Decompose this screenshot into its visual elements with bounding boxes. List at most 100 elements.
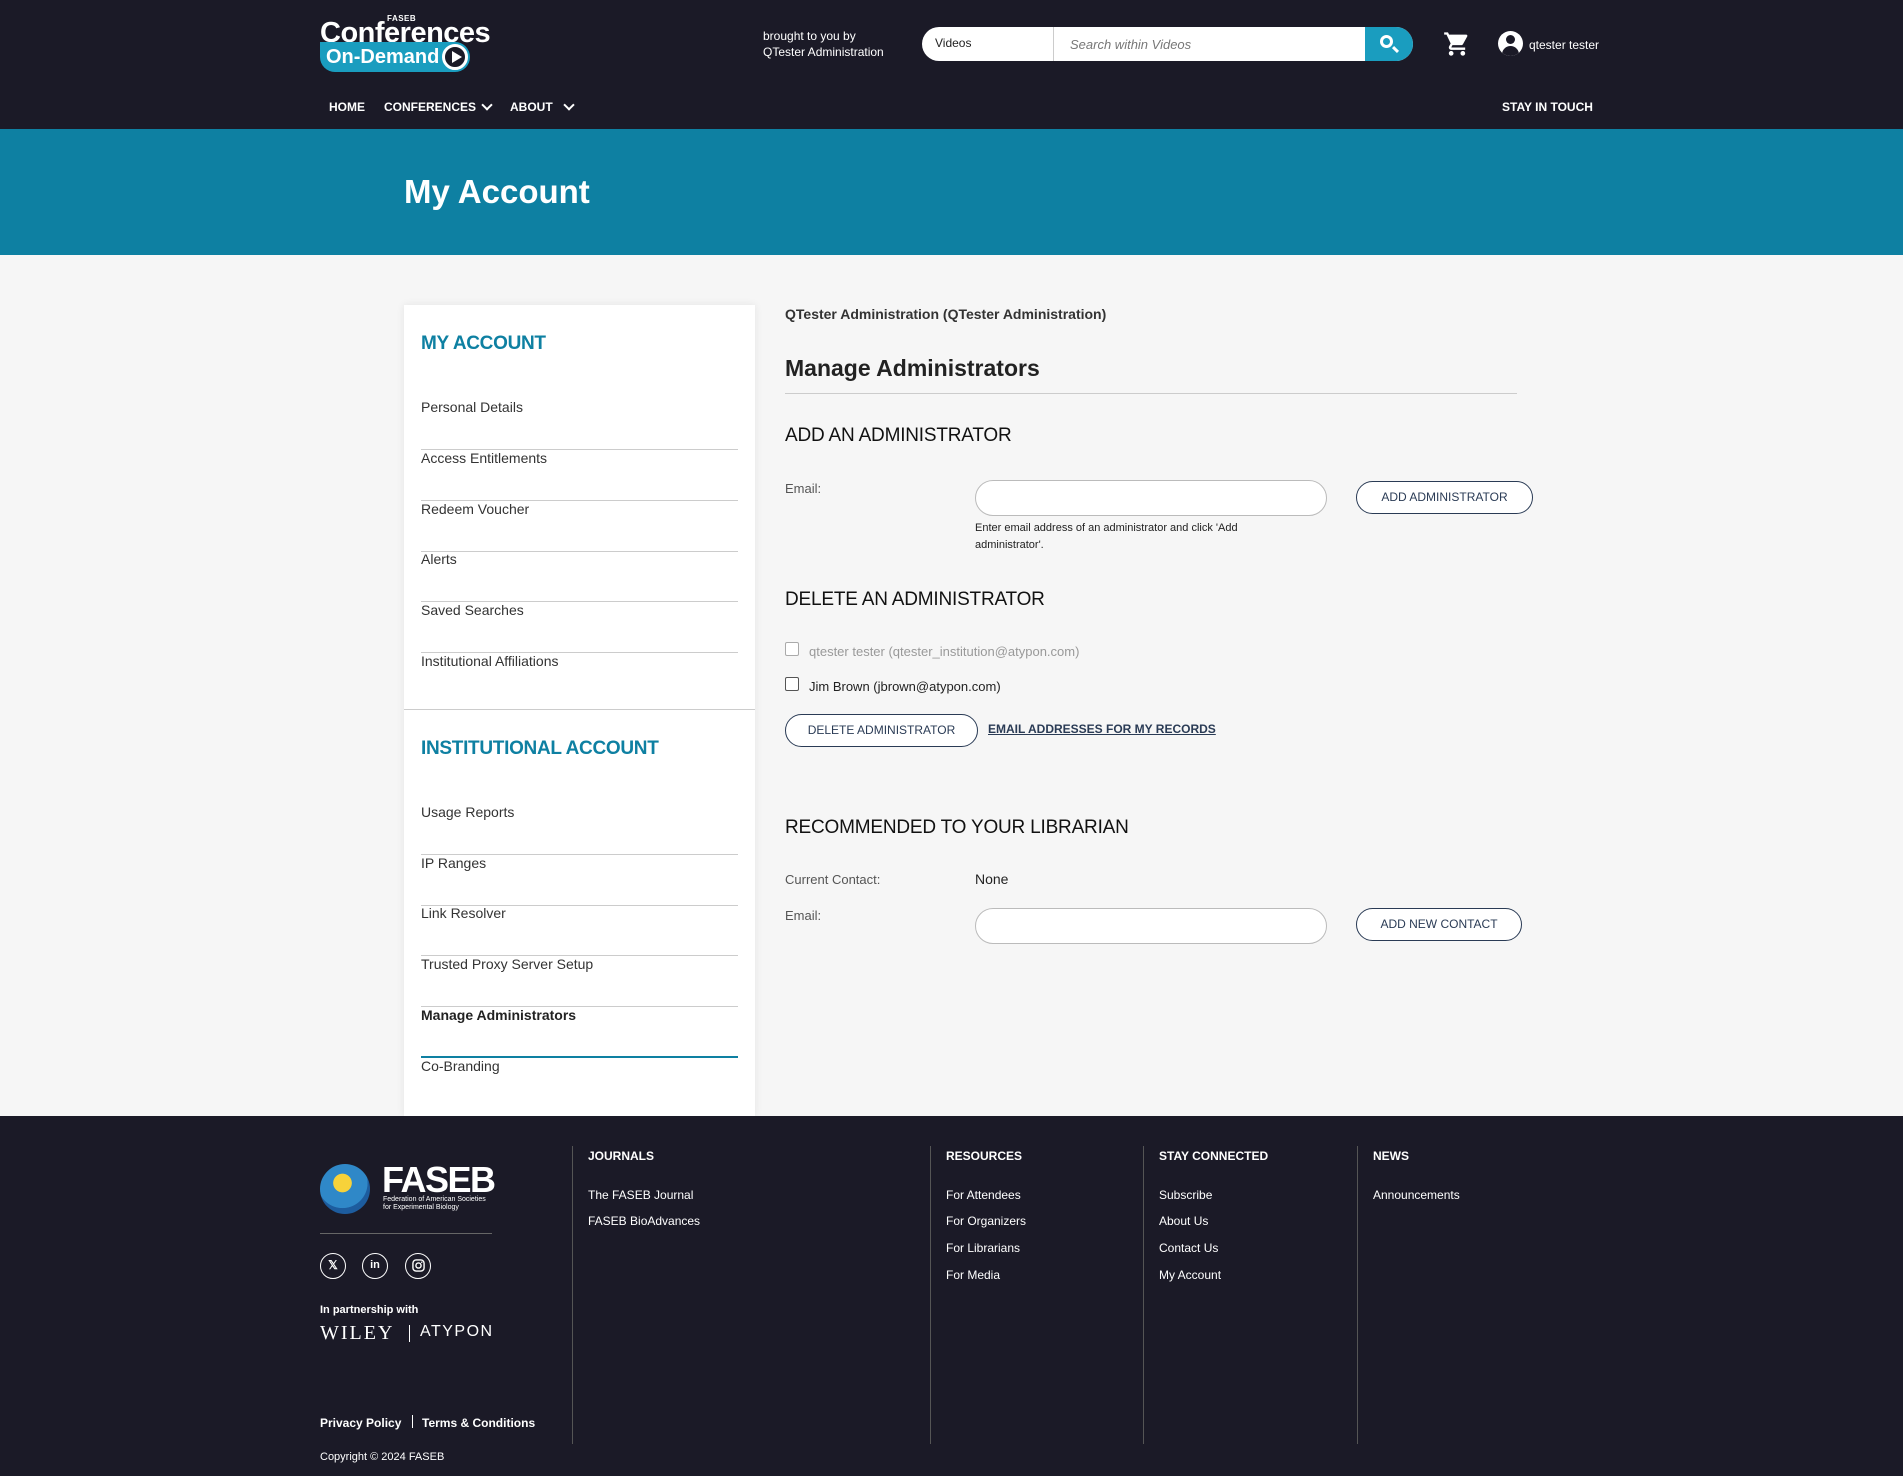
copyright-text: Copyright © 2024 FASEB [320, 1451, 445, 1463]
conferences-on-demand-logo[interactable]: FASEB Conferences On-Demand [320, 12, 491, 72]
search-scope-select[interactable]: Videos [935, 36, 971, 50]
faseb-logo[interactable]: FASEB Federation of American Societies f… [320, 1159, 496, 1216]
sidebar-divider [404, 709, 755, 710]
sidebar-item-label: Usage Reports [421, 804, 515, 820]
email-addresses-link[interactable]: EMAIL ADDRESSES FOR MY RECORDS [988, 722, 1216, 736]
footer-link-announcements[interactable]: Announcements [1373, 1188, 1460, 1202]
my-account-heading: MY ACCOUNT [421, 333, 546, 354]
sidebar-item-label: Institutional Affiliations [421, 653, 559, 669]
account-sidebar: MY ACCOUNT Personal Details Access Entit… [404, 305, 755, 1116]
sidebar-item-alerts[interactable]: Alerts [421, 551, 738, 602]
partnership-text: In partnership with [320, 1304, 419, 1316]
chevron-down-icon[interactable] [563, 99, 575, 111]
sidebar-item-label: Link Resolver [421, 905, 506, 921]
librarian-email-input[interactable] [975, 908, 1327, 944]
sidebar-item-label: Access Entitlements [421, 450, 548, 466]
sidebar-item-trusted-proxy[interactable]: Trusted Proxy Server Setup [421, 956, 738, 1007]
add-admin-email-label: Email: [785, 481, 822, 496]
footer-link-attendees[interactable]: For Attendees [946, 1188, 1021, 1202]
faseb-logo-text: FASEB [382, 1159, 496, 1200]
logo-on-demand-text: On-Demand [326, 46, 440, 68]
account-circle-icon [1498, 31, 1523, 56]
footer-link-subscribe[interactable]: Subscribe [1159, 1188, 1212, 1202]
terms-conditions-link[interactable]: Terms & Conditions [422, 1416, 535, 1430]
footer-link-contact-us[interactable]: Contact Us [1159, 1241, 1218, 1255]
search-button[interactable] [1365, 27, 1413, 61]
username: qtester tester [1529, 38, 1600, 52]
sidebar-item-label: Alerts [421, 551, 457, 567]
admin-label-qtester: qtester tester (qtester_institution@atyp… [809, 644, 1080, 659]
footer-link-media[interactable]: For Media [946, 1268, 1000, 1282]
sidebar-item-label: Redeem Voucher [421, 501, 530, 517]
librarian-heading: RECOMMENDED TO YOUR LIBRARIAN [785, 817, 1129, 838]
footer-column-divider [930, 1146, 931, 1444]
admin-label-jim-brown[interactable]: Jim Brown (jbrown@atypon.com) [809, 679, 1001, 694]
add-admin-hint: Enter email address of an administrator … [975, 522, 1238, 551]
logo-on-demand-badge: On-Demand [320, 42, 470, 72]
section-title: Manage Administrators [785, 355, 1040, 381]
legal-divider [412, 1415, 413, 1428]
sidebar-item-personal-details[interactable]: Personal Details [421, 399, 738, 450]
wiley-logo: WILEY [320, 1322, 395, 1344]
sidebar-item-usage-reports[interactable]: Usage Reports [421, 804, 738, 855]
footer-logo-divider [320, 1233, 492, 1234]
sidebar-item-link-resolver[interactable]: Link Resolver [421, 905, 738, 956]
sidebar-item-redeem-voucher[interactable]: Redeem Voucher [421, 501, 738, 552]
librarian-email-label: Email: [785, 908, 822, 923]
nav-stay-in-touch[interactable]: STAY IN TOUCH [1502, 100, 1593, 114]
partner-divider [409, 1325, 410, 1342]
footer-link-faseb-journal[interactable]: The FASEB Journal [588, 1188, 693, 1202]
play-icon [442, 44, 468, 70]
delete-admin-heading: DELETE AN ADMINISTRATOR [785, 589, 1045, 610]
brought-to-you-by: brought to you by QTester Administration [763, 28, 884, 60]
faseb-full-name: Federation of American Societies for Exp… [383, 1196, 486, 1211]
instagram-icon[interactable] [405, 1253, 431, 1279]
nav-about[interactable]: ABOUT [510, 100, 553, 114]
footer-column-divider [1143, 1146, 1144, 1444]
sidebar-item-label: Co-Branding [421, 1058, 500, 1074]
add-new-contact-button[interactable]: ADD NEW CONTACT [1356, 908, 1522, 941]
sidebar-item-institutional-affiliations[interactable]: Institutional Affiliations [421, 653, 738, 704]
search-bar: Videos [922, 27, 1413, 61]
search-divider [1053, 27, 1054, 61]
faseb-globe-icon [320, 1164, 370, 1214]
organization-name: QTester Administration (QTester Administ… [785, 306, 1107, 322]
nav-home[interactable]: HOME [329, 100, 365, 114]
add-admin-email-input[interactable] [975, 480, 1327, 516]
journals-heading: JOURNALS [588, 1149, 655, 1163]
footer-column-divider [572, 1146, 573, 1444]
footer-link-organizers[interactable]: For Organizers [946, 1214, 1026, 1228]
atypon-logo: ATYPON [420, 1323, 494, 1340]
page-banner: My Account [0, 129, 1903, 255]
sidebar-item-saved-searches[interactable]: Saved Searches [421, 602, 738, 653]
cart-icon[interactable] [1442, 30, 1472, 58]
x-icon[interactable]: 𝕏 [320, 1253, 346, 1279]
news-heading: NEWS [1373, 1149, 1409, 1163]
add-administrator-button[interactable]: ADD ADMINISTRATOR [1356, 481, 1533, 514]
footer-link-bioadvances[interactable]: FASEB BioAdvances [588, 1214, 700, 1228]
sidebar-item-label: Trusted Proxy Server Setup [421, 956, 594, 972]
delete-administrator-button[interactable]: DELETE ADMINISTRATOR [785, 714, 978, 747]
sidebar-item-label: Manage Administrators [421, 1007, 577, 1023]
footer-link-about-us[interactable]: About Us [1159, 1214, 1208, 1228]
nav-conferences[interactable]: CONFERENCES [384, 100, 476, 114]
sidebar-item-label: Saved Searches [421, 602, 524, 618]
admin-checkbox-jim-brown[interactable] [785, 677, 799, 691]
footer-column-divider [1357, 1146, 1358, 1444]
brought-line-2: QTester Administration [763, 45, 884, 59]
stay-connected-heading: STAY CONNECTED [1159, 1149, 1269, 1163]
current-contact-label: Current Contact: [785, 872, 881, 887]
sidebar-item-label: IP Ranges [421, 855, 487, 871]
page-title: My Account [404, 173, 590, 210]
footer-link-librarians[interactable]: For Librarians [946, 1241, 1020, 1255]
sidebar-item-ip-ranges[interactable]: IP Ranges [421, 855, 738, 906]
privacy-policy-link[interactable]: Privacy Policy [320, 1416, 401, 1430]
search-input[interactable] [1062, 30, 1362, 58]
sidebar-item-co-branding[interactable]: Co-Branding [421, 1058, 738, 1109]
sidebar-item-manage-administrators[interactable]: Manage Administrators [421, 1007, 738, 1058]
footer-link-my-account[interactable]: My Account [1159, 1268, 1221, 1282]
sidebar-item-access-entitlements[interactable]: Access Entitlements [421, 450, 738, 501]
chevron-down-icon[interactable] [481, 99, 493, 111]
linkedin-icon[interactable]: in [362, 1253, 388, 1279]
title-divider [785, 393, 1517, 394]
